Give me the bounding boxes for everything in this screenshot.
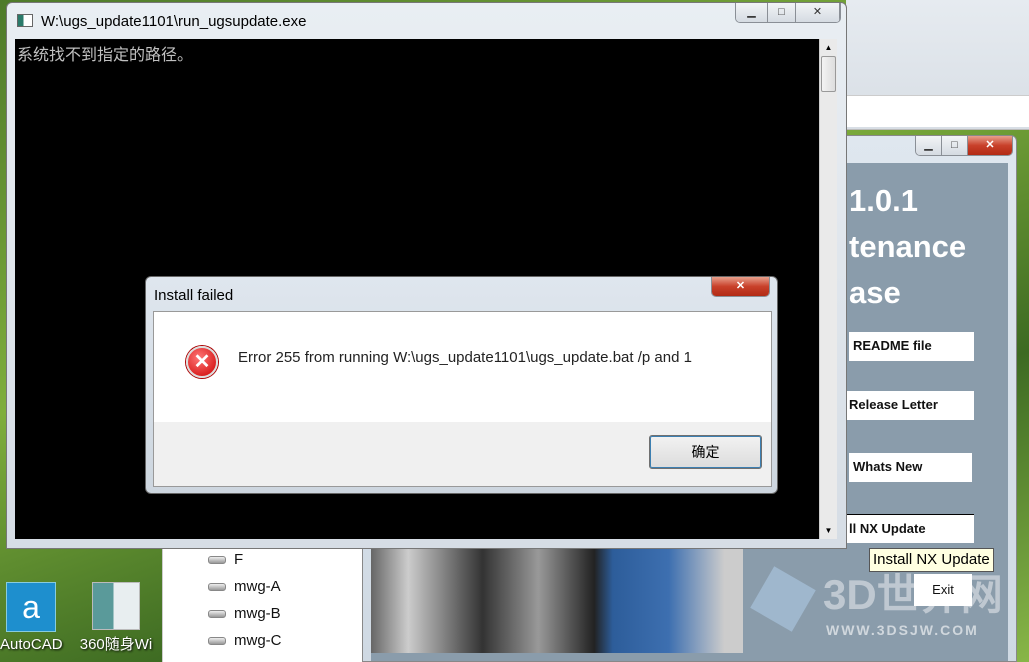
drive-item[interactable]: mwg-A — [208, 578, 281, 595]
watermark-url: WWW.3DSJW.COM — [826, 622, 979, 638]
scroll-up-icon[interactable]: ▲ — [820, 39, 837, 56]
close-button[interactable]: ✕ — [968, 136, 1012, 155]
minimize-button[interactable]: ▁ — [736, 3, 768, 22]
drive-icon — [208, 636, 226, 645]
autocad-icon: a — [6, 582, 56, 632]
install-failed-dialog: Install failed ✕ ✕ Error 255 from runnin… — [145, 276, 778, 494]
scroll-thumb[interactable] — [821, 56, 836, 92]
tooltip: Install NX Update — [869, 548, 994, 572]
readme-button[interactable]: README file — [849, 332, 974, 361]
install-nx-update-button[interactable]: ll NX Update — [845, 514, 974, 543]
error-icon: ✕ — [186, 346, 218, 378]
background-window — [846, 0, 1029, 130]
whats-new-button[interactable]: Whats New — [849, 453, 972, 482]
watermark: 3D世界网 — [823, 571, 1003, 618]
scroll-down-icon[interactable]: ▼ — [820, 522, 837, 539]
desktop-icon-360wifi[interactable]: 360随身Wi — [76, 582, 156, 654]
dialog-title: Install failed — [154, 287, 234, 304]
close-button[interactable]: ✕ — [796, 3, 840, 22]
desktop-icon-autocad[interactable]: a AutoCAD — [0, 582, 63, 654]
drive-icon — [208, 609, 226, 618]
drive-icon — [208, 582, 226, 591]
error-message: Error 255 from running W:\ugs_update1101… — [238, 349, 692, 366]
drive-item[interactable]: mwg-B — [208, 605, 281, 622]
ok-button[interactable]: 确定 — [649, 435, 762, 469]
photo-strip — [371, 549, 743, 653]
maximize-button[interactable]: □ — [768, 3, 796, 22]
console-scrollbar[interactable]: ▲ ▼ — [819, 39, 837, 539]
minimize-button[interactable]: ▁ — [916, 136, 942, 155]
console-icon — [17, 14, 33, 27]
console-title: W:\ugs_update1101\run_ugsupdate.exe — [41, 13, 307, 30]
cube-logo-icon — [750, 566, 816, 632]
drive-icon — [208, 555, 226, 564]
release-letter-button[interactable]: Release Letter — [845, 391, 974, 420]
exit-button[interactable]: Exit — [914, 574, 972, 606]
360-wifi-icon — [92, 582, 140, 630]
drive-item[interactable]: F — [208, 551, 243, 568]
maximize-button[interactable]: □ — [942, 136, 968, 155]
drive-item[interactable]: mwg-C — [208, 632, 282, 649]
close-button[interactable]: ✕ — [712, 277, 769, 296]
